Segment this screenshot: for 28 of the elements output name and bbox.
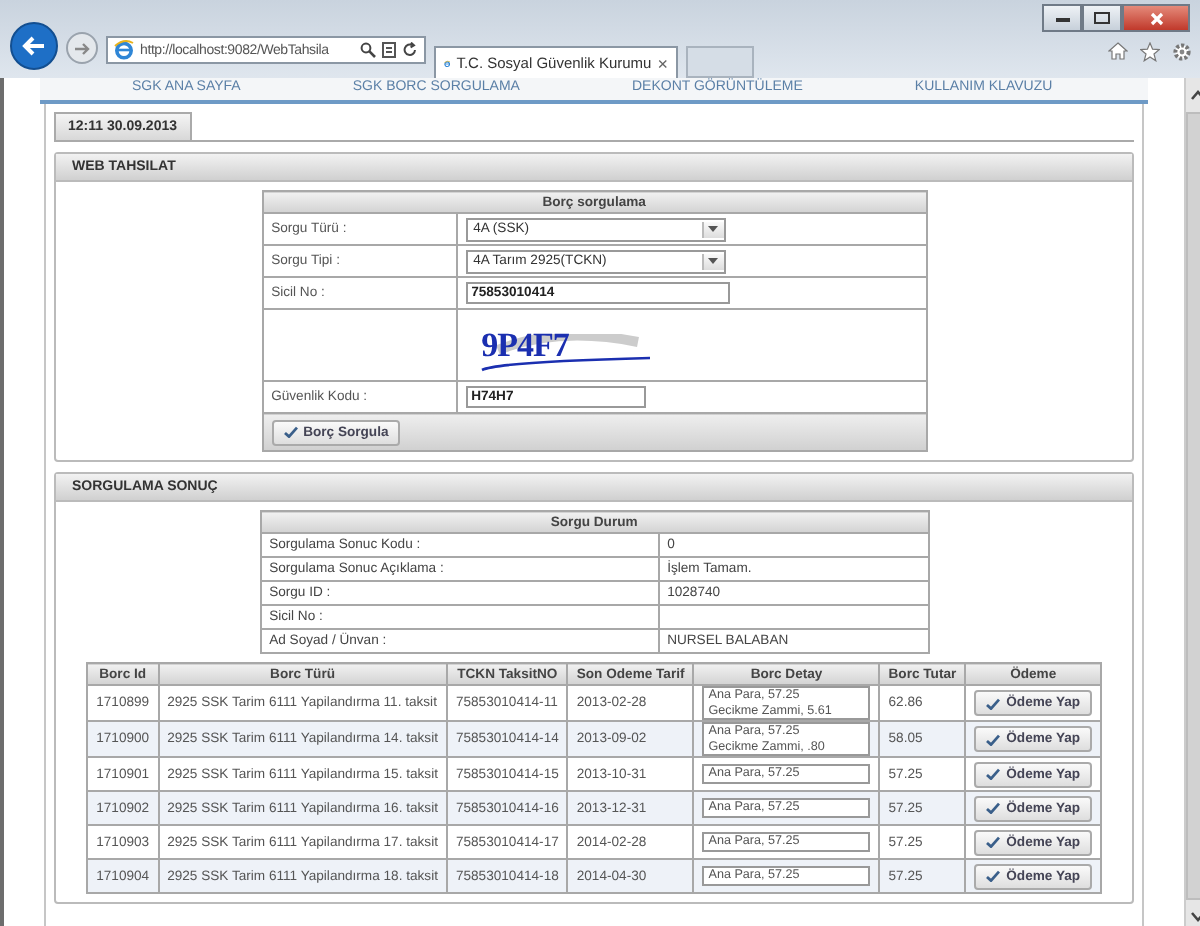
check-icon bbox=[283, 426, 298, 438]
minimize-icon bbox=[1055, 15, 1069, 21]
check-icon bbox=[986, 697, 1001, 709]
minimize-button[interactable] bbox=[1042, 4, 1082, 32]
captcha-image: 9P4F7 bbox=[465, 313, 682, 377]
check-icon bbox=[986, 836, 1001, 848]
check-icon bbox=[986, 733, 1001, 745]
maximize-icon bbox=[1094, 12, 1110, 24]
compatibility-icon bbox=[382, 42, 396, 58]
close-button[interactable] bbox=[1122, 4, 1190, 32]
refresh-icon bbox=[402, 42, 418, 58]
settings-icon[interactable] bbox=[1172, 42, 1192, 62]
star-icon[interactable] bbox=[1140, 42, 1160, 62]
e-logo-icon bbox=[114, 40, 134, 60]
forward-button[interactable] bbox=[66, 32, 98, 64]
maximize-button[interactable] bbox=[1082, 4, 1122, 32]
back-arrow-icon bbox=[22, 36, 46, 56]
close-icon bbox=[1149, 11, 1163, 25]
dropdown-caret-icon bbox=[708, 258, 719, 264]
check-icon bbox=[986, 802, 1001, 814]
tab-close-button[interactable]: × bbox=[657, 53, 668, 73]
search-icon bbox=[360, 42, 376, 58]
dropdown-caret-icon bbox=[708, 226, 719, 232]
home-icon[interactable] bbox=[1108, 42, 1128, 60]
back-button[interactable] bbox=[10, 22, 58, 70]
forward-arrow-icon bbox=[74, 41, 90, 55]
check-icon bbox=[986, 768, 1001, 780]
check-icon bbox=[986, 870, 1001, 882]
